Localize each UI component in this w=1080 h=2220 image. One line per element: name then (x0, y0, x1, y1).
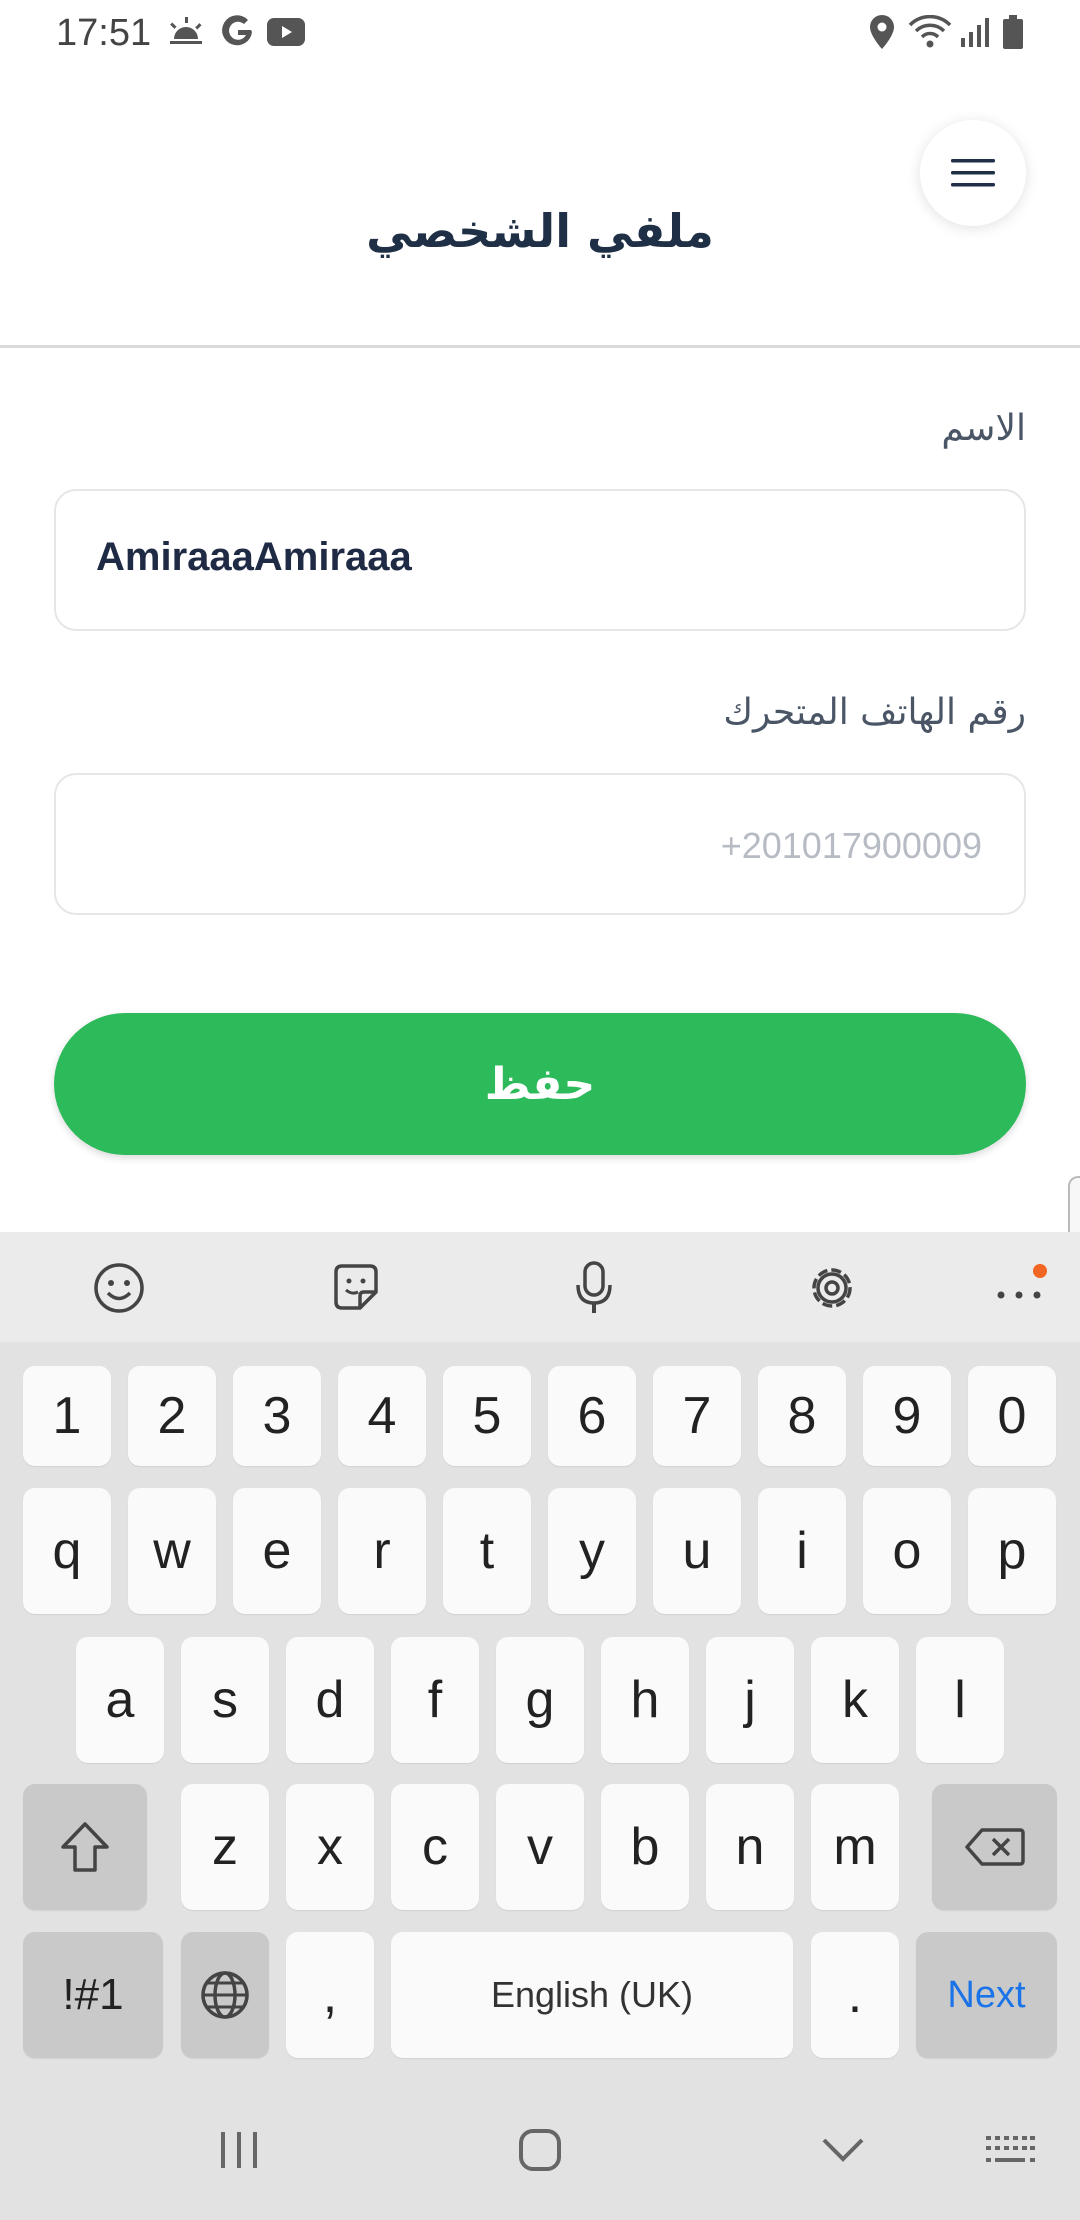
key-h[interactable]: h (601, 1637, 689, 1763)
key-2[interactable]: 2 (128, 1366, 216, 1466)
key-p[interactable]: p (968, 1488, 1056, 1614)
status-bar: 17:51 (0, 0, 1080, 64)
key-x[interactable]: x (286, 1784, 374, 1910)
google-icon (218, 14, 258, 50)
key-n[interactable]: n (706, 1784, 794, 1910)
key-1[interactable]: 1 (23, 1366, 111, 1466)
key-5[interactable]: 5 (443, 1366, 531, 1466)
key-b[interactable]: b (601, 1784, 689, 1910)
symbols-key[interactable]: !#1 (23, 1932, 163, 2058)
key-v[interactable]: v (496, 1784, 584, 1910)
page-title: ملفي الشخصي (366, 204, 714, 258)
phone-field[interactable]: +201017900009 (54, 773, 1026, 915)
key-f[interactable]: f (391, 1637, 479, 1763)
weather-sunrise-icon (166, 14, 206, 50)
next-key[interactable]: Next (916, 1932, 1057, 2058)
microphone-icon[interactable] (566, 1260, 622, 1316)
back-icon[interactable] (818, 2120, 868, 2180)
signal-icon (958, 14, 994, 50)
sticker-icon[interactable] (328, 1260, 384, 1316)
key-e[interactable]: e (233, 1488, 321, 1614)
language-key[interactable] (181, 1932, 269, 2058)
shift-key[interactable] (23, 1784, 147, 1910)
keyboard: 1 2 3 4 5 6 7 8 9 0 q w e r t y u i o p a s d f g h j k l z x c v b n m !#1,… (0, 1232, 1080, 2080)
key-j[interactable]: j (706, 1637, 794, 1763)
more-icon[interactable] (986, 1260, 1056, 1316)
shift-icon (61, 1822, 109, 1872)
name-field[interactable]: AmiraaaAmiraaa (54, 489, 1026, 631)
key-s[interactable]: s (181, 1637, 269, 1763)
backspace-key[interactable] (932, 1784, 1057, 1910)
comma-key[interactable]: , (286, 1932, 374, 2058)
key-q[interactable]: q (23, 1488, 111, 1614)
key-a[interactable]: a (76, 1637, 164, 1763)
battery-icon (1000, 14, 1026, 50)
key-8[interactable]: 8 (758, 1366, 846, 1466)
key-i[interactable]: i (758, 1488, 846, 1614)
key-o[interactable]: o (863, 1488, 951, 1614)
key-y[interactable]: y (548, 1488, 636, 1614)
recent-apps-icon[interactable] (214, 2120, 264, 2180)
wifi-icon (906, 14, 954, 50)
backspace-icon (964, 1828, 1025, 1866)
hamburger-menu-icon (951, 159, 995, 187)
key-c[interactable]: c (391, 1784, 479, 1910)
name-input-value: AmiraaaAmiraaa (96, 535, 412, 579)
app-header: ملفي الشخصي (0, 64, 1080, 348)
key-w[interactable]: w (128, 1488, 216, 1614)
emoji-icon[interactable] (91, 1260, 147, 1316)
globe-icon (201, 1971, 249, 2019)
home-icon[interactable] (514, 2120, 566, 2180)
key-3[interactable]: 3 (233, 1366, 321, 1466)
key-7[interactable]: 7 (653, 1366, 741, 1466)
key-m[interactable]: m (811, 1784, 899, 1910)
key-l[interactable]: l (916, 1637, 1004, 1763)
key-z[interactable]: z (181, 1784, 269, 1910)
name-label: الاسم (941, 408, 1026, 449)
key-4[interactable]: 4 (338, 1366, 426, 1466)
key-r[interactable]: r (338, 1488, 426, 1614)
phone-input-value: +201017900009 (720, 825, 982, 866)
keyboard-hide-icon[interactable] (982, 2120, 1038, 2180)
youtube-icon (266, 14, 306, 50)
key-d[interactable]: d (286, 1637, 374, 1763)
location-icon (864, 14, 900, 50)
key-9[interactable]: 9 (863, 1366, 951, 1466)
space-key[interactable]: English (UK) (391, 1932, 793, 2058)
key-u[interactable]: u (653, 1488, 741, 1614)
keyboard-toolbar (0, 1232, 1080, 1342)
key-6[interactable]: 6 (548, 1366, 636, 1466)
navigation-bar (0, 2080, 1080, 2220)
key-k[interactable]: k (811, 1637, 899, 1763)
key-g[interactable]: g (496, 1637, 584, 1763)
settings-icon[interactable] (804, 1260, 860, 1316)
status-time: 17:51 (56, 12, 152, 54)
notification-dot (1033, 1264, 1047, 1278)
save-button[interactable]: حفظ (54, 1013, 1026, 1155)
profile-screen: 17:51 ملفي الشخصي الاسم AmiraaaAmiraaa ر… (0, 0, 1080, 2220)
period-key[interactable]: . (811, 1932, 899, 2058)
key-0[interactable]: 0 (968, 1366, 1056, 1466)
key-t[interactable]: t (443, 1488, 531, 1614)
phone-label: رقم الهاتف المتحرك (723, 692, 1026, 733)
